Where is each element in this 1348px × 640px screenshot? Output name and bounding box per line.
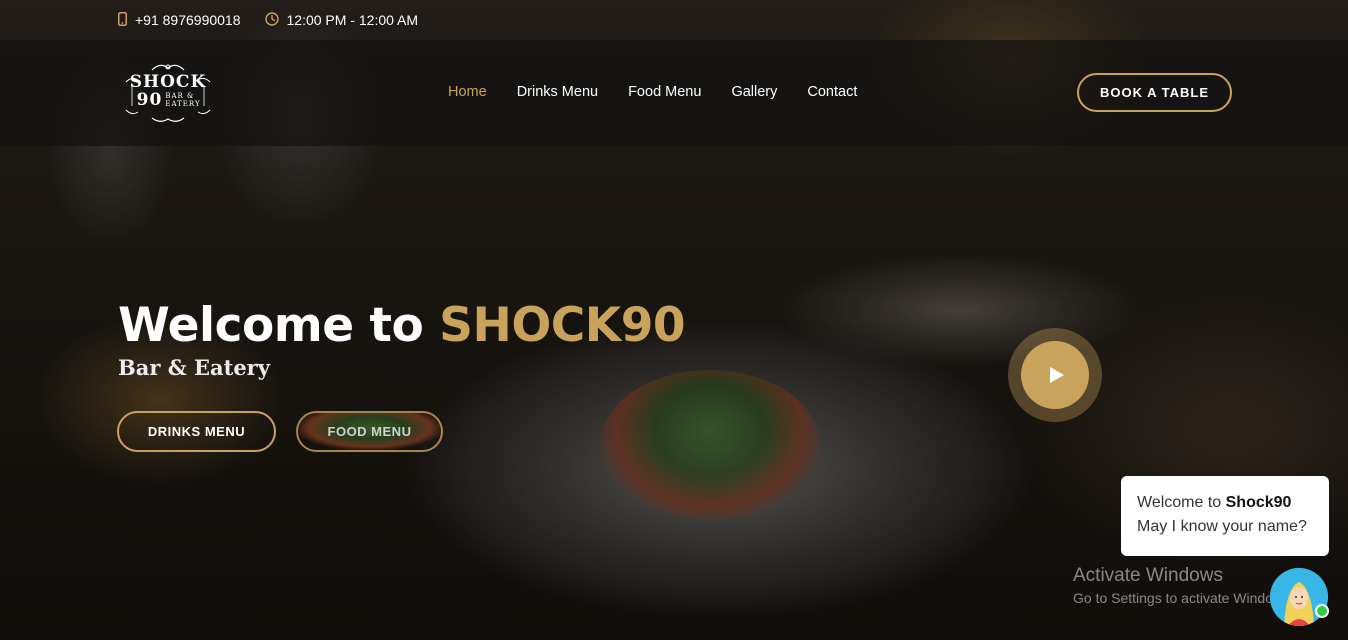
nav-contact[interactable]: Contact bbox=[807, 84, 857, 100]
phone-icon bbox=[118, 11, 127, 29]
video-play-button[interactable] bbox=[1008, 328, 1102, 422]
play-button-circle[interactable] bbox=[1021, 341, 1089, 409]
nav-home[interactable]: Home bbox=[448, 84, 487, 100]
food-menu-button[interactable]: FOOD MENU bbox=[296, 411, 443, 452]
opening-hours: 12:00 PM - 12:00 AM bbox=[286, 12, 419, 28]
play-icon bbox=[1049, 367, 1064, 383]
phone-number: +91 8976990018 bbox=[135, 12, 241, 28]
clock-icon bbox=[264, 11, 279, 29]
site-logo[interactable]: SHOCK 90 BAR & EATERY bbox=[122, 58, 214, 126]
logo-text-line2: 90 bbox=[136, 90, 163, 110]
hero-title-brand: SHOCK90 bbox=[439, 298, 686, 353]
hero-title: Welcome to SHOCK90 bbox=[118, 298, 686, 353]
hero-subtitle: Bar & Eatery bbox=[118, 355, 270, 380]
nav-drinks-menu[interactable]: Drinks Menu bbox=[517, 84, 598, 100]
online-status-dot bbox=[1315, 604, 1329, 618]
logo-text-line1: SHOCK bbox=[129, 72, 207, 92]
drinks-menu-button[interactable]: DRINKS MENU bbox=[117, 411, 276, 452]
hero-title-prefix: Welcome to bbox=[118, 298, 440, 353]
chat-question: May I know your name? bbox=[1137, 518, 1307, 535]
logo-subtext: BAR & EATERY bbox=[165, 92, 201, 108]
primary-nav: Home Drinks Menu Food Menu Gallery Conta… bbox=[448, 84, 857, 100]
nav-gallery[interactable]: Gallery bbox=[731, 84, 777, 100]
phone-info[interactable]: +91 8976990018 bbox=[118, 11, 241, 29]
nav-food-menu[interactable]: Food Menu bbox=[628, 84, 701, 100]
hours-info: 12:00 PM - 12:00 AM bbox=[264, 11, 419, 29]
chat-greeting-prefix: Welcome to bbox=[1137, 494, 1226, 511]
book-table-button[interactable]: BOOK A TABLE bbox=[1077, 73, 1232, 112]
top-info-bar: +91 8976990018 12:00 PM - 12:00 AM bbox=[0, 0, 1348, 40]
chat-greeting: Welcome to Shock90 bbox=[1137, 491, 1313, 515]
chat-greeting-brand: Shock90 bbox=[1225, 494, 1292, 511]
chat-widget-message[interactable]: Welcome to Shock90 May I know your name? bbox=[1121, 476, 1329, 556]
